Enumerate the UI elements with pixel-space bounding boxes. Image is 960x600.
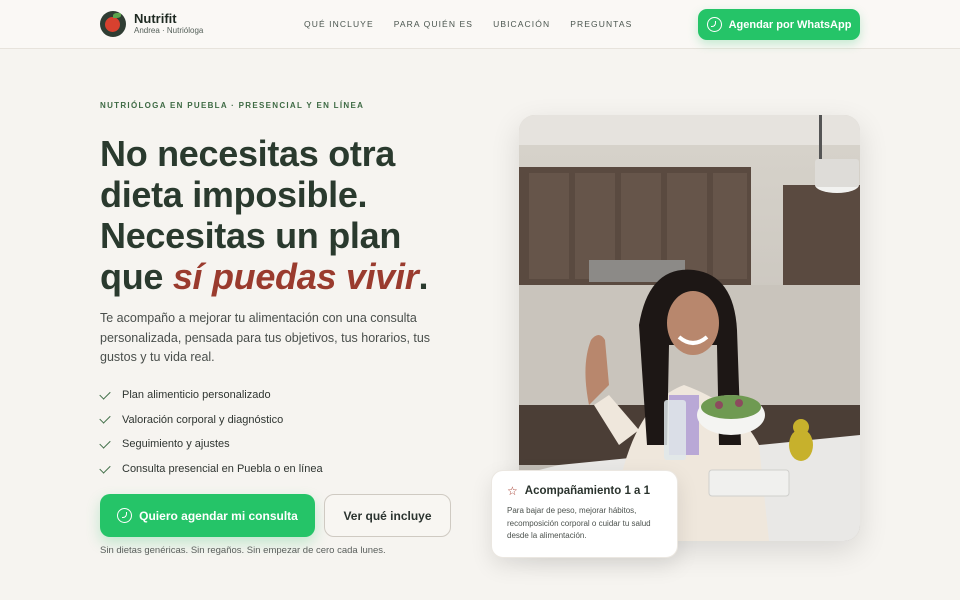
accompaniment-card: ☆ Acompañamiento 1 a 1 Para bajar de pes… <box>491 470 678 558</box>
headline-line-1: No necesitas otra <box>100 133 396 174</box>
headline-line-4-prefix: que <box>100 256 173 297</box>
checklist-label: Consulta presencial en Puebla o en línea <box>122 463 323 476</box>
check-icon <box>99 437 111 449</box>
brand[interactable]: Nutrifit Andrea · Nutrióloga <box>100 11 203 37</box>
benefits-checklist: Plan alimenticio personalizado Valoració… <box>99 383 323 482</box>
card-description: Para bajar de peso, mejorar hábitos, rec… <box>507 506 651 540</box>
check-icon <box>99 412 111 425</box>
check-icon <box>99 461 111 474</box>
book-consultation-label: Quiero agendar mi consulta <box>139 508 298 523</box>
card-title-label: Acompañamiento 1 a 1 <box>524 485 651 497</box>
hero-footnote: Sin dietas genéricas. Sin regaños. Sin e… <box>100 545 386 556</box>
fruit-logo-icon <box>100 11 126 37</box>
whatsapp-icon <box>117 508 133 523</box>
see-what-included-label: Ver qué incluye <box>343 508 432 523</box>
star-icon: ☆ <box>507 484 518 498</box>
hero-eyebrow: NUTRIÓLOGA EN PUEBLA · PRESENCIAL Y EN L… <box>100 101 365 110</box>
whatsapp-schedule-button[interactable]: Agendar por WhatsApp <box>698 9 860 40</box>
top-navbar: Nutrifit Andrea · Nutrióloga QUÉ INCLUYE… <box>0 0 960 49</box>
headline-line-2: dieta imposible. <box>100 174 368 215</box>
headline-line-4-suffix: . <box>418 256 429 297</box>
checklist-label: Plan alimenticio personalizado <box>122 389 271 402</box>
nav-link-que-incluye[interactable]: QUÉ INCLUYE <box>304 19 374 29</box>
checklist-label: Valoración corporal y diagnóstico <box>122 413 284 426</box>
hero-headline: No necesitas otra dieta imposible. Neces… <box>100 133 480 297</box>
brand-subtitle: Andrea · Nutrióloga <box>134 26 204 35</box>
see-what-included-button[interactable]: Ver qué incluye <box>324 494 451 537</box>
checklist-label: Seguimiento y ajustes <box>122 438 230 451</box>
book-consultation-button[interactable]: Quiero agendar mi consulta <box>100 494 315 537</box>
card-title: ☆ Acompañamiento 1 a 1 <box>507 485 663 497</box>
nav-link-ubicacion[interactable]: UBICACIÓN <box>493 19 550 29</box>
list-item: Consulta presencial en Puebla o en línea <box>99 457 323 482</box>
list-item: Seguimiento y ajustes <box>99 432 323 457</box>
list-item: Plan alimenticio personalizado <box>99 383 323 408</box>
whatsapp-icon <box>706 17 722 32</box>
list-item: Valoración corporal y diagnóstico <box>99 408 323 433</box>
check-icon <box>99 388 111 400</box>
headline-accent: sí puedas vivir <box>172 256 419 297</box>
main-menu: QUÉ INCLUYE PARA QUIÉN ES UBICACIÓN PREG… <box>304 19 652 29</box>
headline-line-3: Necesitas un plan <box>100 215 402 256</box>
brand-name: Nutrifit <box>134 11 177 26</box>
nav-link-preguntas[interactable]: PREGUNTAS <box>570 19 632 29</box>
nav-link-para-quien-es[interactable]: PARA QUIÉN ES <box>394 19 473 29</box>
hero-lead: Te acompaño a mejorar tu alimentación co… <box>100 311 431 364</box>
whatsapp-schedule-label: Agendar por WhatsApp <box>728 18 852 31</box>
